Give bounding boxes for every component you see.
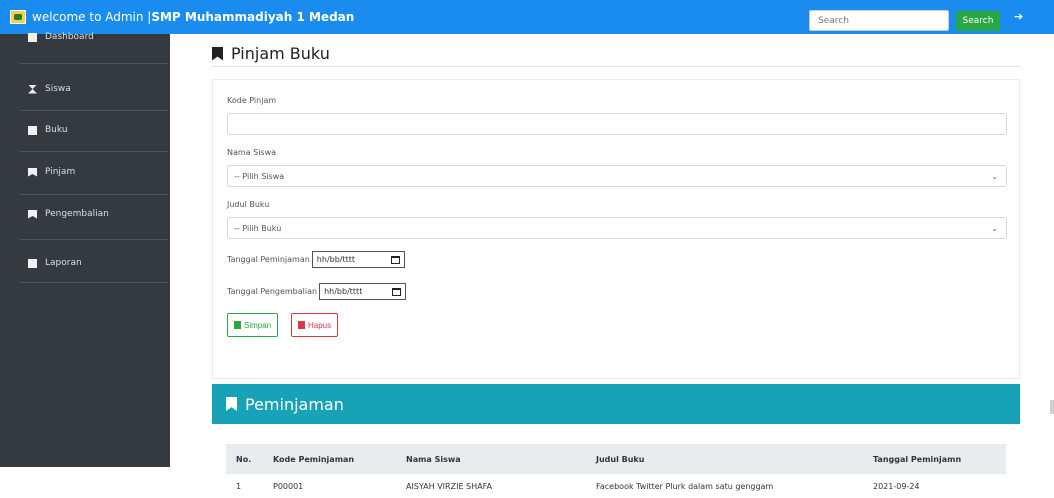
judul-buku-selected: -- Pilih Buku xyxy=(234,223,282,233)
chevron-down-icon: ⌄ xyxy=(991,172,998,181)
sidebar-divider xyxy=(20,151,168,152)
loan-form-card: Kode Pinjam Nama Siswa -- Pilih Siswa ⌄ … xyxy=(212,79,1020,379)
header-judul: Judul Buku xyxy=(596,454,645,464)
sidebar-item-buku[interactable]: Buku xyxy=(28,125,68,135)
tanggal-peminjaman-input[interactable]: hh/bb/tttt xyxy=(311,251,406,268)
sidebar-item-label: Siswa xyxy=(45,84,71,94)
dashboard-icon xyxy=(28,32,37,42)
school-logo-icon xyxy=(10,10,26,24)
brand[interactable]: welcome to Admin | SMP Muhammadiyah 1 Me… xyxy=(0,10,354,24)
sidebar-divider xyxy=(20,194,168,195)
calendar-icon[interactable] xyxy=(391,255,401,264)
top-navbar: welcome to Admin | SMP Muhammadiyah 1 Me… xyxy=(0,0,1054,34)
bookmark-icon xyxy=(28,209,37,219)
bookmark-icon xyxy=(212,46,223,61)
sidebar-divider xyxy=(20,63,168,64)
page-title-text: Pinjam Buku xyxy=(231,44,330,63)
cell-tanggal: 2021-09-24 xyxy=(873,481,920,491)
table-header: No. Kode Peminjaman Nama Siswa Judul Buk… xyxy=(226,444,1006,474)
file-icon xyxy=(28,258,37,268)
header-no: No. xyxy=(236,454,252,464)
school-name: SMP Muhammadiyah 1 Medan xyxy=(151,10,355,24)
header-kode: Kode Peminjaman xyxy=(273,454,355,464)
search-input[interactable] xyxy=(809,10,949,31)
tanggal-peminjaman-value: hh/bb/tttt xyxy=(316,255,356,264)
welcome-text: welcome to Admin | xyxy=(32,10,152,24)
hourglass-icon xyxy=(28,84,37,94)
calendar-icon[interactable] xyxy=(392,287,402,296)
sidebar-item-pinjam[interactable]: Pinjam xyxy=(28,167,75,177)
page-title: Pinjam Buku xyxy=(212,44,330,63)
sidebar-item-pengembalian[interactable]: Pengembalian xyxy=(28,209,109,219)
sidebar-divider xyxy=(20,239,168,240)
tanggal-pengembalian-row: Tanggal Pengembalian hh/bb/tttt xyxy=(227,283,407,300)
kode-pinjam-input[interactable] xyxy=(227,113,1007,135)
nama-siswa-select[interactable]: -- Pilih Siswa ⌄ xyxy=(227,165,1007,187)
nama-siswa-selected: -- Pilih Siswa xyxy=(234,171,285,181)
delete-button-label: Hapus xyxy=(308,320,332,330)
tanggal-pengembalian-value: hh/bb/tttt xyxy=(324,287,363,296)
sidebar-item-label: Pinjam xyxy=(45,167,76,177)
tanggal-pengembalian-input[interactable]: hh/bb/tttt xyxy=(319,283,407,300)
sign-out-icon[interactable]: ➔ xyxy=(1014,10,1023,23)
judul-buku-select[interactable]: -- Pilih Buku ⌄ xyxy=(227,217,1007,239)
scrollbar[interactable] xyxy=(1050,400,1054,414)
cell-kode: P00001 xyxy=(273,481,304,491)
judul-buku-label: Judul Buku xyxy=(227,200,270,209)
save-icon xyxy=(234,321,241,329)
tanggal-pengembalian-label: Tanggal Pengembalian xyxy=(227,287,318,296)
book-icon xyxy=(28,125,37,135)
sidebar-item-siswa[interactable]: Siswa xyxy=(28,84,71,94)
bookmark-icon xyxy=(226,397,237,411)
sidebar-item-label: Laporan xyxy=(45,258,82,268)
chevron-down-icon: ⌄ xyxy=(991,224,998,233)
sidebar-item-laporan[interactable]: Laporan xyxy=(28,258,82,268)
sidebar-item-label: Dashboard xyxy=(45,32,94,42)
sidebar-divider xyxy=(20,110,168,111)
trash-icon xyxy=(298,321,305,329)
sidebar-item-dashboard[interactable]: Dashboard xyxy=(28,32,94,42)
peminjaman-header: Peminjaman xyxy=(212,384,1020,424)
sidebar-divider xyxy=(20,282,168,283)
search-button[interactable]: Search xyxy=(956,11,1000,31)
sidebar: Dashboard Siswa Buku Pinjam Pengembalian… xyxy=(0,32,170,467)
save-button-label: Simpan xyxy=(244,320,272,330)
header-nama: Nama Siswa xyxy=(406,454,461,464)
loan-table: No. Kode Peminjaman Nama Siswa Judul Buk… xyxy=(226,444,1006,498)
table-row[interactable]: 1 P00001 AISYAH VIRZIE SHAFA Facebook Tw… xyxy=(226,474,1006,498)
sidebar-item-label: Buku xyxy=(45,125,68,135)
save-button[interactable]: Simpan xyxy=(227,313,279,337)
header-tanggal: Tanggal Peminjamn xyxy=(873,454,962,464)
cell-nama: AISYAH VIRZIE SHAFA xyxy=(406,481,492,491)
tanggal-peminjaman-label: Tanggal Peminjaman xyxy=(227,255,310,264)
delete-button[interactable]: Hapus xyxy=(291,313,339,337)
kode-pinjam-label: Kode Pinjam xyxy=(227,96,277,105)
section-title: Peminjaman xyxy=(245,394,344,414)
cell-no: 1 xyxy=(236,481,242,491)
cell-judul: Facebook Twitter Plurk dalam satu gengga… xyxy=(596,481,774,491)
title-divider xyxy=(212,66,1020,67)
bookmark-icon xyxy=(28,167,37,177)
nama-siswa-label: Nama Siswa xyxy=(227,148,277,157)
sidebar-item-label: Pengembalian xyxy=(45,209,109,219)
tanggal-peminjaman-row: Tanggal Peminjaman hh/bb/tttt xyxy=(227,251,406,268)
